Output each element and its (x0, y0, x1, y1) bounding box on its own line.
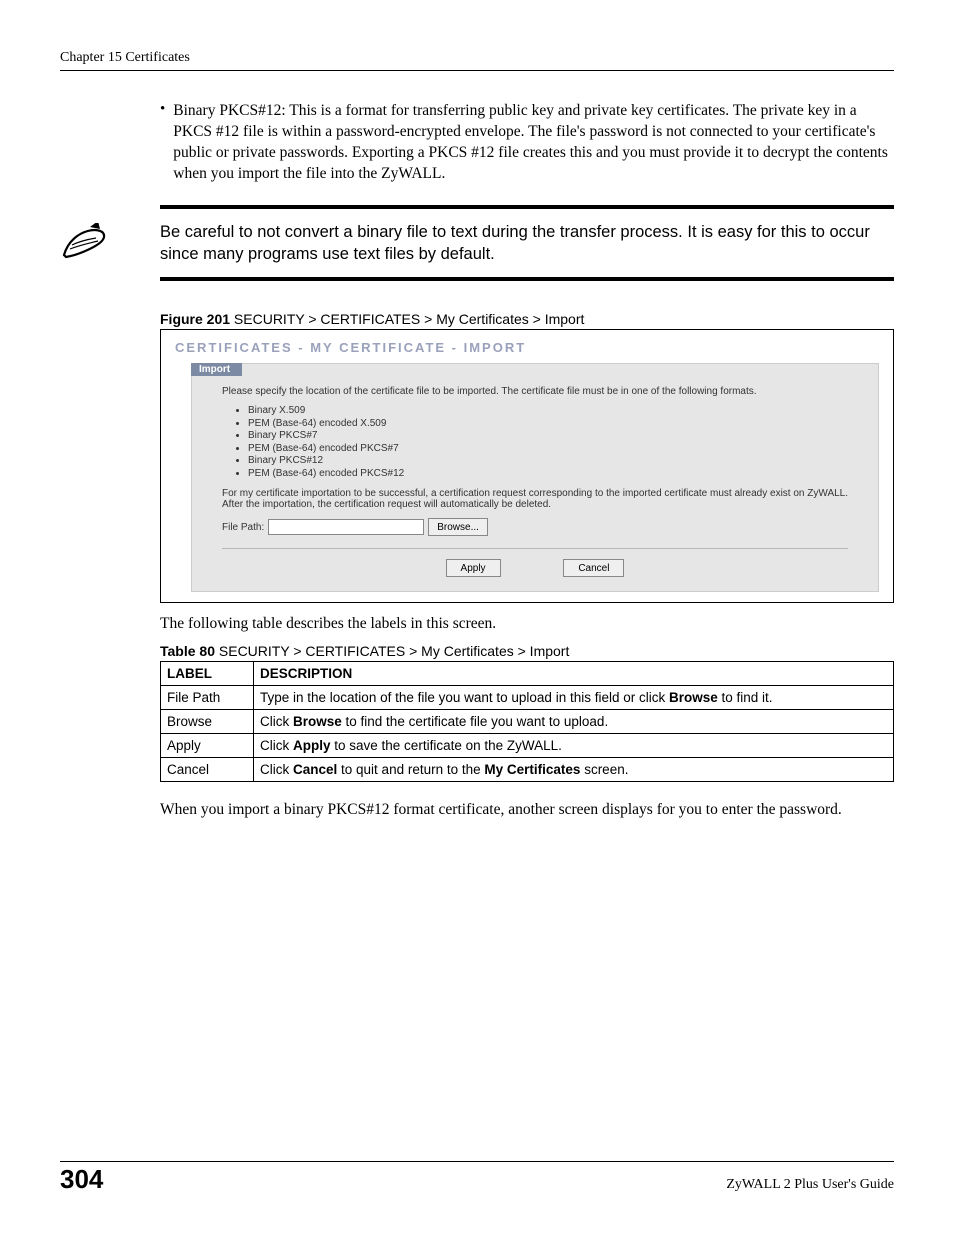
import-panel: Import Please specify the location of th… (191, 363, 879, 592)
format-item: PEM (Base-64) encoded PKCS#7 (248, 443, 848, 456)
page-number: 304 (60, 1164, 103, 1195)
table-number: Table 80 (160, 643, 215, 659)
format-item: Binary PKCS#7 (248, 430, 848, 443)
table-header-row: LABEL DESCRIPTION (161, 662, 894, 686)
table-caption-text: SECURITY > CERTIFICATES > My Certificate… (215, 643, 569, 659)
table-row: ApplyClick Apply to save the certificate… (161, 734, 894, 758)
table-caption: Table 80 SECURITY > CERTIFICATES > My Ce… (160, 643, 894, 659)
bullet-item: • Binary PKCS#12: This is a format for t… (160, 101, 894, 185)
guide-name: ZyWALL 2 Plus User's Guide (726, 1177, 894, 1193)
figure-title: CERTIFICATES - MY CERTIFICATE - IMPORT (161, 330, 893, 363)
import-formats-list: Binary X.509PEM (Base-64) encoded X.509B… (222, 405, 848, 480)
cell-label: Cancel (161, 758, 254, 782)
note-icon (60, 223, 160, 263)
button-row: Apply Cancel (222, 559, 848, 577)
th-desc: DESCRIPTION (254, 662, 894, 686)
format-item: PEM (Base-64) encoded X.509 (248, 418, 848, 431)
import-note: For my certificate importation to be suc… (222, 488, 848, 510)
note-row: Be careful to not convert a binary file … (60, 221, 894, 266)
bullet-text: Binary PKCS#12: This is a format for tra… (173, 101, 894, 185)
file-path-input[interactable] (268, 519, 424, 535)
file-row: File Path: Browse... (222, 518, 848, 536)
file-path-label: File Path: (222, 522, 264, 533)
body-content: • Binary PKCS#12: This is a format for t… (160, 101, 894, 185)
import-body: Please specify the location of the certi… (192, 376, 878, 591)
cell-desc: Click Cancel to quit and return to the M… (254, 758, 894, 782)
bullet-dot: • (160, 101, 165, 185)
table-row: CancelClick Cancel to quit and return to… (161, 758, 894, 782)
format-item: Binary PKCS#12 (248, 455, 848, 468)
cell-label: Apply (161, 734, 254, 758)
figure-screenshot: CERTIFICATES - MY CERTIFICATE - IMPORT I… (160, 329, 894, 603)
note-block: Be careful to not convert a binary file … (60, 205, 894, 282)
footer-rule (60, 1161, 894, 1162)
figure-caption: Figure 201 SECURITY > CERTIFICATES > My … (160, 311, 894, 327)
table-row: File PathType in the location of the fil… (161, 686, 894, 710)
import-tab: Import (191, 363, 242, 376)
page: Chapter 15 Certificates • Binary PKCS#12… (0, 0, 954, 1235)
footer-row: 304 ZyWALL 2 Plus User's Guide (60, 1164, 894, 1195)
table-row: BrowseClick Browse to find the certifica… (161, 710, 894, 734)
closing-text: When you import a binary PKCS#12 format … (160, 800, 894, 821)
cell-desc: Type in the location of the file you wan… (254, 686, 894, 710)
labels-table: LABEL DESCRIPTION File PathType in the l… (160, 661, 894, 782)
figure-number: Figure 201 (160, 311, 230, 327)
footer: 304 ZyWALL 2 Plus User's Guide (60, 1161, 894, 1195)
figure-caption-text: SECURITY > CERTIFICATES > My Certificate… (230, 311, 584, 327)
panel-divider (222, 548, 848, 549)
browse-button[interactable]: Browse... (428, 518, 488, 536)
format-item: Binary X.509 (248, 405, 848, 418)
note-text: Be careful to not convert a binary file … (160, 221, 894, 266)
th-label: LABEL (161, 662, 254, 686)
cell-desc: Click Browse to find the certificate fil… (254, 710, 894, 734)
header-rule (60, 70, 894, 71)
import-intro: Please specify the location of the certi… (222, 386, 848, 397)
format-item: PEM (Base-64) encoded PKCS#12 (248, 468, 848, 481)
apply-button[interactable]: Apply (446, 559, 501, 577)
note-rule-top (160, 205, 894, 209)
chapter-header: Chapter 15 Certificates (60, 50, 894, 66)
cell-label: File Path (161, 686, 254, 710)
after-figure-text: The following table describes the labels… (160, 615, 894, 633)
cell-desc: Click Apply to save the certificate on t… (254, 734, 894, 758)
cell-label: Browse (161, 710, 254, 734)
note-rule-bottom (160, 277, 894, 281)
cancel-button[interactable]: Cancel (563, 559, 624, 577)
